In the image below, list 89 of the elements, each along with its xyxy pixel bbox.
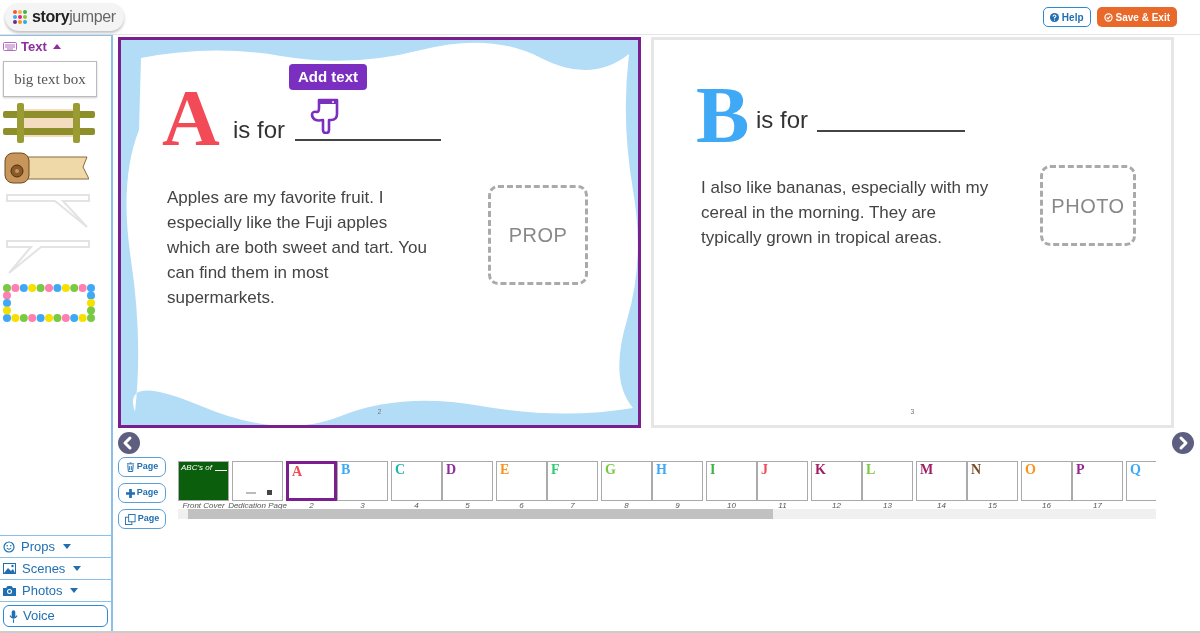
microphone-icon	[9, 609, 18, 623]
thumbnail-label: 13	[883, 501, 892, 510]
thumbnail-letter: B	[341, 463, 351, 477]
thumbnail-letter: G	[605, 463, 616, 477]
thumbnail-letter: L	[866, 463, 876, 477]
keyboard-icon	[3, 42, 17, 51]
thumbnail-letter: K	[815, 463, 826, 477]
page-copy-button[interactable]: Page	[118, 509, 166, 529]
sidebar-section-header[interactable]: Props	[0, 535, 111, 557]
copy-icon	[124, 513, 136, 525]
thumbnail-letter: M	[920, 463, 934, 477]
check-circle-icon	[1103, 12, 1113, 22]
next-arrow-button[interactable]	[1172, 432, 1194, 454]
thumbnail-label: 9	[675, 501, 680, 510]
thumbnail-label: 15	[988, 501, 997, 510]
page-paragraph[interactable]: Apples are my favorite fruit. I especially like the Fuji apples which are both sweet and tart. You can find them in most supermarkets.	[167, 185, 429, 310]
sidebar-section-header[interactable]: Photos	[0, 579, 111, 601]
speech-bubble-drawing[interactable]	[3, 191, 93, 231]
thumbnail-card[interactable]: ABC's of	[178, 461, 229, 501]
scroll-banner-drawing[interactable]	[3, 149, 89, 185]
thumbnail-letter: P	[1076, 463, 1085, 477]
cover-title-text: ABC's of	[181, 464, 212, 472]
thumbnail-card[interactable]	[232, 461, 283, 501]
thumbnail-card[interactable]: M	[916, 461, 967, 501]
sidebar-section-header[interactable]: Scenes	[0, 557, 111, 579]
scrollbar-thumb[interactable]	[188, 509, 773, 519]
thumbnail-label: 7	[570, 501, 575, 510]
thumbnail-label: 3	[360, 501, 365, 510]
fill-in-line	[215, 470, 227, 471]
big-letter: A	[162, 78, 220, 158]
thumbnail-letter: O	[1025, 463, 1036, 477]
placeholder-frame[interactable]: PHOTO	[1040, 165, 1136, 246]
page-delete-button[interactable]: Page	[118, 457, 166, 477]
bamboo-frame-drawing[interactable]	[3, 103, 95, 143]
thumbnail-letter: J	[761, 463, 768, 477]
thumbnail-label: 2	[309, 501, 314, 510]
help-icon	[1049, 12, 1059, 22]
thumbnail-label: 12	[832, 501, 841, 510]
thumbnail-label: Dedication Page	[228, 501, 287, 510]
thumbnail-label: 4	[414, 501, 419, 510]
thumbnail-letter: E	[500, 463, 510, 477]
page-heading-text: is for	[233, 118, 285, 142]
add-text-tooltip: Add text	[289, 64, 367, 90]
speech-bubble-drawing[interactable]	[3, 237, 93, 277]
placeholder-frame[interactable]: PROP	[488, 185, 588, 285]
thumbnail-card[interactable]: K	[811, 461, 862, 501]
thumbnail-letter: F	[551, 463, 560, 477]
thumbnail-label: 8	[624, 501, 629, 510]
thumbnail-label: Front Cover	[182, 501, 225, 510]
thumbnail-letter: C	[395, 463, 406, 477]
thumbnail-label: 16	[1042, 501, 1051, 510]
help-button[interactable]: Help	[1042, 7, 1091, 27]
thumbnail-label: 14	[937, 501, 946, 510]
thumbnail-card[interactable]: N	[967, 461, 1018, 501]
thumbnail-label: 5	[465, 501, 470, 510]
thumbnail-label: 6	[519, 501, 524, 510]
plus-icon	[125, 488, 135, 498]
camera-icon	[3, 585, 16, 596]
page-add-button[interactable]: Page	[118, 483, 166, 503]
image-icon	[3, 563, 16, 574]
voice-button[interactable]: Voice	[3, 605, 108, 627]
thumbnail-card[interactable]: J	[757, 461, 808, 501]
thumbnail-card[interactable]: A	[286, 461, 337, 501]
save-exit-button[interactable]: Save & Exit	[1096, 7, 1177, 27]
horizontal-scrollbar[interactable]	[178, 509, 1156, 519]
thumbnail-letter: A	[292, 465, 303, 479]
page-paragraph[interactable]: I also like bananas, especially with my cereal in the morning. They are typically grown in tropical areas.	[701, 175, 993, 250]
dots-icon	[13, 10, 27, 24]
thumbnail-letter: D	[446, 463, 457, 477]
smiley-icon	[3, 540, 15, 553]
text-section-header[interactable]: Text	[0, 35, 111, 57]
qr-code-mark	[267, 490, 272, 495]
text-line-mark	[246, 492, 256, 494]
logo-text: storyjumper	[32, 7, 116, 27]
page-heading-text: is for	[756, 108, 808, 132]
thumbnail-letter: N	[971, 463, 982, 477]
thumbnail-card[interactable]: P	[1072, 461, 1123, 501]
trash-icon	[125, 462, 135, 472]
thumbnail-letter: I	[710, 463, 716, 477]
star-frame-drawing[interactable]	[3, 283, 95, 323]
thumbnail-letter: Q	[1130, 463, 1141, 477]
thumbnail-letter: H	[656, 463, 667, 477]
big-letter: B	[696, 75, 750, 155]
thumbnail-label: 11	[778, 501, 787, 510]
thumbnail-label: 17	[1093, 501, 1102, 510]
text-box-item[interactable]: big text box	[3, 61, 97, 97]
thumbnail-label: 10	[727, 501, 736, 510]
previous-arrow-button[interactable]	[118, 432, 140, 454]
thumbnail-card[interactable]: D	[442, 461, 493, 501]
